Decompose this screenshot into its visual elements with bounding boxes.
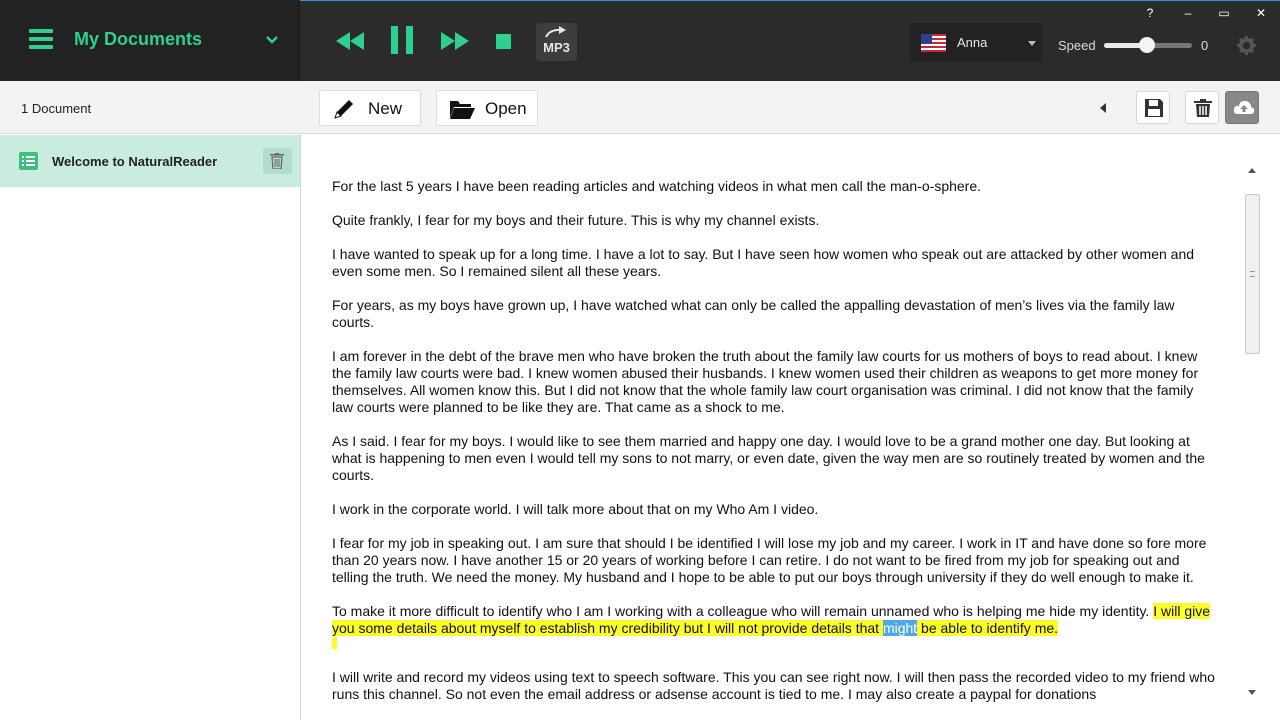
sidebar-item-label: Welcome to NaturalReader bbox=[52, 154, 218, 169]
open-document-button[interactable]: Open bbox=[436, 90, 538, 126]
document-scrollbar[interactable] bbox=[1244, 163, 1261, 700]
voice-select[interactable]: Anna bbox=[910, 23, 1042, 62]
paragraph: I work in the corporate world. I will ta… bbox=[332, 501, 819, 517]
document-text: For the last 5 years I have been reading… bbox=[332, 178, 1218, 720]
top-bar: My Documents MP3 Anna Speed 0 ? – ▭ ✕ bbox=[0, 0, 1280, 81]
gear-icon[interactable] bbox=[1237, 36, 1256, 55]
sidebar-item-document[interactable]: Welcome to NaturalReader bbox=[0, 135, 300, 187]
documents-sidebar: Welcome to NaturalReader bbox=[0, 134, 301, 720]
speed-slider[interactable] bbox=[1104, 37, 1192, 53]
floppy-disk-icon bbox=[1145, 99, 1163, 117]
trash-icon bbox=[1194, 99, 1212, 117]
new-document-button[interactable]: New bbox=[319, 90, 421, 126]
toolbar: 1 Document New Open bbox=[0, 81, 1280, 134]
speed-value: 0 bbox=[1201, 38, 1209, 53]
speed-label: Speed bbox=[1058, 38, 1096, 53]
current-word-highlight: might bbox=[882, 620, 918, 636]
reading-highlight: be able to identify me. bbox=[917, 620, 1059, 636]
new-label: New bbox=[368, 99, 403, 118]
maximize-button[interactable]: ▭ bbox=[1214, 4, 1234, 22]
scroll-up-arrow-icon[interactable] bbox=[1248, 168, 1256, 173]
my-documents-header[interactable]: My Documents bbox=[0, 0, 300, 81]
paragraph: For years, as my boys have grown up, I h… bbox=[332, 297, 1175, 330]
dropdown-caret-icon bbox=[1028, 41, 1036, 46]
rewind-button[interactable] bbox=[336, 32, 364, 50]
minimize-button[interactable]: – bbox=[1178, 4, 1198, 22]
us-flag-icon bbox=[921, 34, 946, 52]
voice-name: Anna bbox=[957, 35, 988, 50]
menu-icon[interactable] bbox=[29, 29, 53, 49]
pause-button[interactable] bbox=[391, 26, 413, 54]
reading-paragraph: To make it more difficult to identify wh… bbox=[332, 603, 1218, 654]
document-view[interactable]: For the last 5 years I have been reading… bbox=[302, 134, 1280, 720]
scroll-down-arrow-icon[interactable] bbox=[1248, 690, 1256, 695]
cloud-upload-button[interactable] bbox=[1225, 91, 1259, 124]
paragraph: Quite frankly, I fear for my boys and th… bbox=[332, 212, 820, 228]
paragraph: As I said. I fear for my boys. I would l… bbox=[332, 433, 1205, 483]
reading-highlight-continuation bbox=[332, 637, 337, 649]
document-count: 1 Document bbox=[21, 101, 92, 116]
save-button[interactable] bbox=[1136, 91, 1170, 124]
cloud-upload-icon bbox=[1233, 100, 1255, 114]
folder-icon bbox=[450, 101, 475, 119]
chevron-down-icon[interactable] bbox=[265, 33, 279, 47]
open-label: Open bbox=[485, 99, 527, 118]
delete-button[interactable] bbox=[1185, 91, 1219, 124]
close-button[interactable]: ✕ bbox=[1251, 4, 1271, 22]
paragraph: I will write and record my videos using … bbox=[332, 669, 1215, 702]
paragraph: I am forever in the debt of the brave me… bbox=[332, 348, 1199, 415]
mp3-export-button[interactable]: MP3 bbox=[536, 23, 577, 61]
delete-document-button[interactable] bbox=[263, 148, 292, 174]
paragraph: I fear for my job in speaking out. I am … bbox=[332, 535, 1207, 585]
pencil-icon bbox=[334, 100, 353, 119]
mp3-label: MP3 bbox=[543, 40, 570, 55]
help-button[interactable]: ? bbox=[1140, 4, 1160, 22]
stop-button[interactable] bbox=[496, 34, 511, 49]
my-documents-title[interactable]: My Documents bbox=[74, 29, 202, 50]
scrollbar-thumb[interactable] bbox=[1245, 194, 1260, 354]
paragraph-text: To make it more difficult to identify wh… bbox=[332, 603, 1154, 619]
paragraph: For the last 5 years I have been reading… bbox=[332, 178, 982, 194]
speed-slider-thumb[interactable] bbox=[1139, 37, 1156, 53]
document-list-icon bbox=[19, 152, 38, 170]
grip-icon bbox=[1250, 271, 1255, 277]
export-arrow-icon bbox=[545, 26, 566, 38]
collapse-arrow-icon[interactable] bbox=[1100, 103, 1106, 113]
paragraph: I have wanted to speak up for a long tim… bbox=[332, 246, 1195, 279]
trash-icon bbox=[270, 153, 284, 169]
fast-forward-button[interactable] bbox=[441, 32, 469, 50]
